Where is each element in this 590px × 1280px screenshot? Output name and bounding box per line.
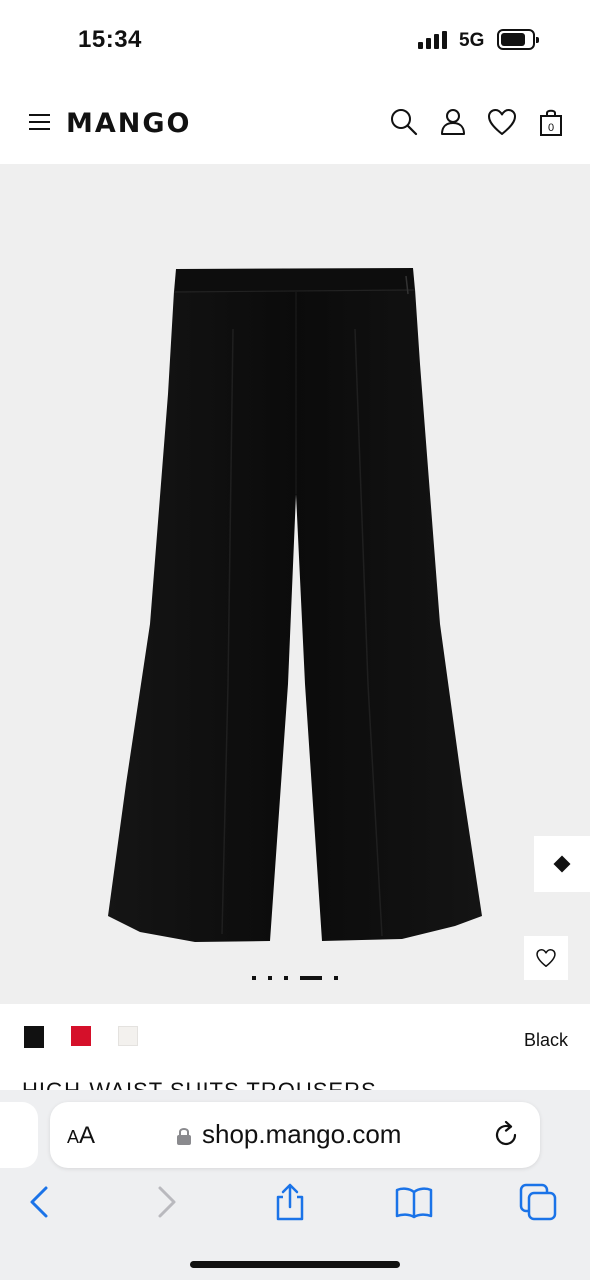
- network-type: 5G: [459, 30, 485, 51]
- reload-icon[interactable]: [490, 1119, 522, 1151]
- tabs-icon[interactable]: [518, 1182, 558, 1222]
- forward-icon[interactable]: [146, 1182, 186, 1222]
- white-swatch[interactable]: [118, 1026, 138, 1046]
- brand-logo[interactable]: MANGO: [66, 108, 191, 139]
- status-bar: 15:34 5G: [0, 0, 590, 82]
- red-swatch[interactable]: [71, 1026, 91, 1046]
- lock-icon: [177, 1128, 191, 1145]
- home-indicator[interactable]: [190, 1261, 400, 1268]
- product-image[interactable]: [0, 164, 590, 1004]
- bag-count: 0: [548, 122, 554, 134]
- hamburger-menu-icon[interactable]: [29, 114, 51, 132]
- share-icon[interactable]: [270, 1182, 310, 1222]
- status-time: 15:34: [78, 26, 142, 53]
- previous-tab-peek[interactable]: [0, 1102, 38, 1168]
- heart-icon[interactable]: [486, 106, 518, 138]
- signal-strength-icon: [418, 31, 450, 49]
- heart-icon: [536, 948, 556, 968]
- back-icon[interactable]: [20, 1182, 60, 1222]
- diamond-icon[interactable]: [534, 836, 590, 892]
- add-to-wishlist-button[interactable]: [524, 936, 568, 980]
- selected-swatch-underline: [24, 1046, 44, 1048]
- shopping-bag-icon[interactable]: 0: [536, 106, 568, 138]
- url-text: shop.mango.com: [202, 1119, 402, 1149]
- text-size-button[interactable]: AA: [67, 1122, 95, 1150]
- search-icon[interactable]: [388, 106, 420, 138]
- site-header: MANGO 0: [0, 82, 590, 164]
- carousel-indicator: [252, 976, 342, 980]
- browser-toolbar: AA shop.mango.com: [0, 1090, 590, 1280]
- page: 15:34 5G MANGO 0 Black AA shop.mango.com: [0, 0, 590, 1280]
- trousers-photo: [108, 268, 482, 942]
- user-icon[interactable]: [437, 106, 469, 138]
- selected-color-label: Black: [523, 1030, 568, 1050]
- battery-icon: [497, 29, 539, 50]
- bookmarks-icon[interactable]: [394, 1182, 434, 1222]
- address-bar[interactable]: AA shop.mango.com: [50, 1102, 540, 1168]
- black-swatch[interactable]: [24, 1026, 44, 1046]
